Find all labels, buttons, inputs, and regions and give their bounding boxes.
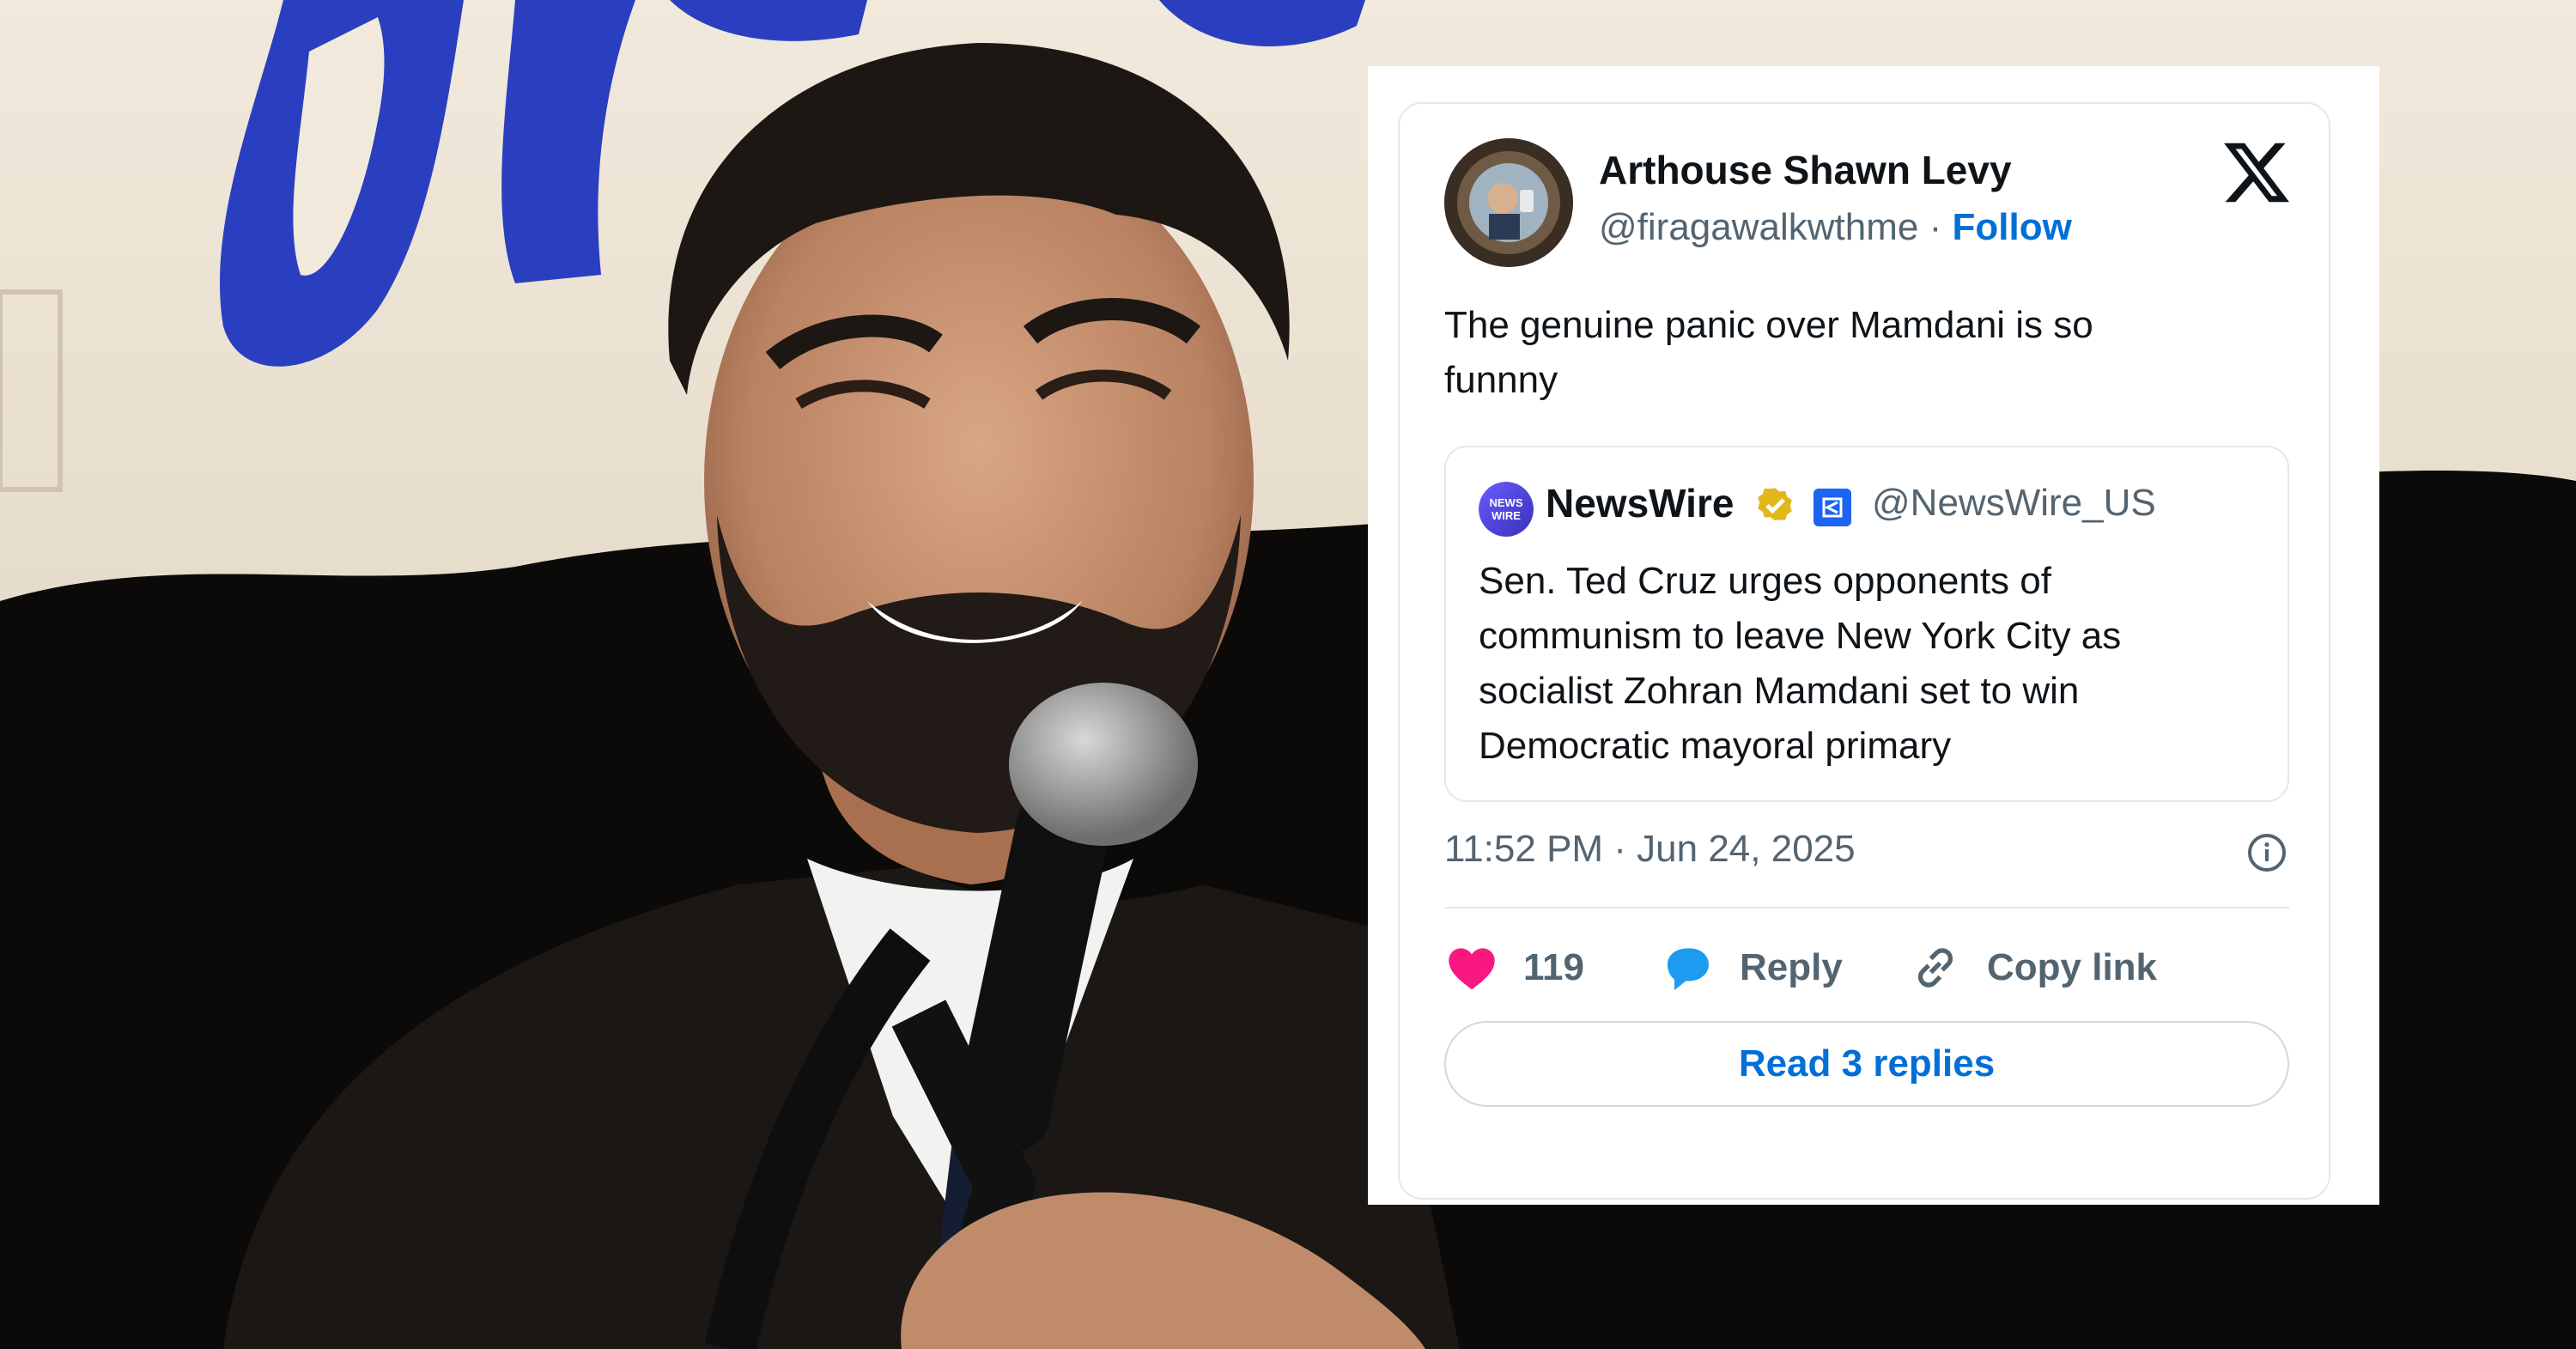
quoted-author-handle: @NewsWire_US <box>1872 482 2156 524</box>
heart-icon <box>1449 948 1495 990</box>
like-button[interactable]: 119 <box>1444 933 1584 1002</box>
tweet-text: The genuine panic over Mamdani is so fun… <box>1444 304 2093 401</box>
quoted-tweet-text: Sen. Ted Cruz urges opponents of communi… <box>1479 560 2122 767</box>
follow-button[interactable]: Follow <box>1952 206 2071 248</box>
reply-bubble-icon <box>1668 948 1709 991</box>
newswire-avatar-text-2: WIRE <box>1492 509 1521 522</box>
tweet-card: Arthouse Shawn Levy @firagawalkwthme · F… <box>1368 66 2379 1205</box>
read-replies-button[interactable]: Read 3 replies <box>1444 1021 2289 1107</box>
copy-link-button[interactable]: Copy link <box>1908 933 2157 1002</box>
verified-badge-icon <box>1758 488 1792 521</box>
tweet-embed: Arthouse Shawn Levy @firagawalkwthme · F… <box>1398 102 2330 1200</box>
reply-label: Reply <box>1740 946 1843 988</box>
divider <box>1444 907 2289 908</box>
separator-dot: · <box>1929 206 1942 248</box>
newswire-avatar-text-1: NEWS <box>1490 496 1523 509</box>
author-avatar[interactable] <box>1444 138 1573 267</box>
reply-button[interactable]: Reply <box>1661 933 1843 1002</box>
affiliate-badge-icon <box>1814 489 1851 526</box>
author-handle[interactable]: @firagawalkwthme <box>1599 206 1918 248</box>
copy-link-label: Copy link <box>1987 946 2158 988</box>
like-count: 119 <box>1523 946 1584 988</box>
link-icon <box>1917 948 1953 987</box>
author-handle-row: @firagawalkwthme · Follow <box>1599 206 2072 249</box>
info-icon[interactable] <box>2246 832 2287 873</box>
quoted-tweet[interactable]: NEWS WIRE NewsWire @NewsWire_US Sen. Ted… <box>1444 446 2289 802</box>
newswire-avatar: NEWS WIRE <box>1479 482 1534 537</box>
x-logo-icon[interactable] <box>2224 140 2289 205</box>
tweet-timestamp[interactable]: 11:52 PM · Jun 24, 2025 <box>1444 828 1856 871</box>
author-name[interactable]: Arthouse Shawn Levy <box>1599 147 2012 193</box>
quoted-author-name: NewsWire <box>1546 481 1735 526</box>
